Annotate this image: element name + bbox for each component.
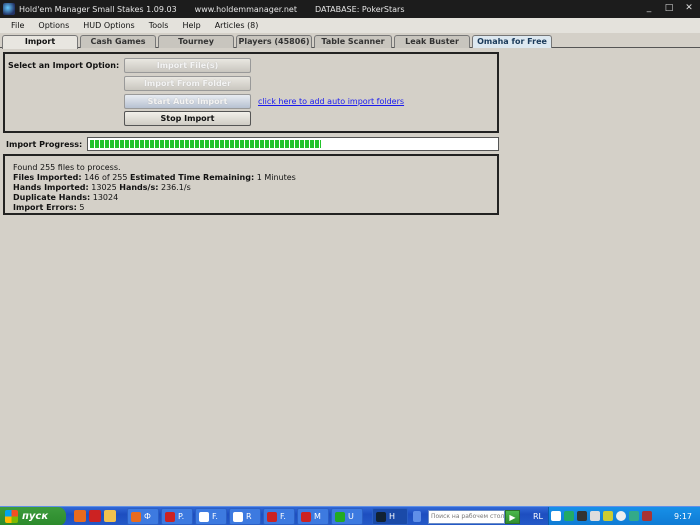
maximize-button[interactable]: □ [662,2,676,15]
import-option-label: Select an Import Option: [8,61,120,70]
taskbar: пуск Ф P. F. R F. M U H Поиск на рабочем… [0,506,700,525]
tray-antivirus-icon[interactable] [642,511,652,521]
tab-bar: Import Cash Games Tourney Players (45806… [0,34,700,49]
import-files-button[interactable]: Import File(s) [124,58,251,73]
hands-imported-label: Hands Imported: [13,183,89,192]
estimated-time-label: Estimated Time Remaining: [130,173,255,182]
log-duplicate-hands: Duplicate Hands: 13024 [13,193,118,202]
tab-cash-games[interactable]: Cash Games [80,35,156,48]
menu-tools[interactable]: Tools [144,21,174,30]
task-label: R [246,512,252,521]
tray-security-icon[interactable] [629,511,639,521]
task-label: F. [212,512,218,521]
fulltilt-icon [233,512,243,522]
task-label: Ф [144,512,151,521]
import-progress-label: Import Progress: [6,140,83,149]
title-bar: Hold'em Manager Small Stakes 1.09.03 www… [0,0,700,18]
search-go-button[interactable]: ▶ [505,510,520,524]
opera-icon[interactable] [89,510,101,522]
title-url: www.holdemmanager.net [194,4,297,14]
firefox-icon[interactable] [74,510,86,522]
poker-icon [267,512,277,522]
app-icon [3,3,15,15]
taskbar-item-m[interactable]: M [297,508,329,525]
log-files-imported: Files Imported: 146 of 255 Estimated Tim… [13,173,296,182]
import-errors-value: 5 [79,203,85,212]
firefox-icon [131,512,141,522]
taskbar-clock[interactable]: 9:17 [674,507,692,525]
folder-icon[interactable] [104,510,116,522]
taskbar-item-firefox[interactable]: Ф [127,508,159,525]
menu-file[interactable]: File [6,21,29,30]
tab-players[interactable]: Players (45806) [236,35,312,48]
task-label: H [389,512,396,521]
taskbar-item-f2[interactable]: F. [263,508,295,525]
task-label: M [314,512,321,521]
poker-icon [301,512,311,522]
taskbar-item-p[interactable]: P. [161,508,193,525]
tray-app-icon[interactable] [577,511,587,521]
hands-per-second-label: Hands/s: [119,183,159,192]
add-auto-import-folders-link[interactable]: click here to add auto import folders [258,97,404,106]
menu-help[interactable]: Help [177,21,205,30]
hands-per-second-value: 236.1/s [160,183,191,192]
start-button[interactable]: пуск [0,507,66,525]
duplicate-hands-label: Duplicate Hands: [13,193,91,202]
files-imported-label: Files Imported: [13,173,82,182]
tab-import[interactable]: Import [2,35,78,49]
files-imported-value: 146 of 255 [84,173,128,182]
tab-table-scanner[interactable]: Table Scanner [314,35,392,48]
language-indicator[interactable]: RL [533,507,543,525]
menu-bar: File Options HUD Options Tools Help Arti… [0,18,700,33]
tray-arrow-icon[interactable] [551,511,561,521]
close-button[interactable]: ✕ [682,2,696,15]
taskbar-item-u[interactable]: U [331,508,363,525]
taskbar-scroll-icon[interactable] [413,511,421,522]
menu-articles[interactable]: Articles (8) [210,21,264,30]
taskbar-item-hm[interactable]: H [372,508,408,525]
stop-import-button[interactable]: Stop Import [124,111,251,126]
task-label: P. [178,512,185,521]
window-controls: _ □ ✕ [642,2,696,15]
log-import-errors: Import Errors: 5 [13,203,85,212]
import-errors-label: Import Errors: [13,203,77,212]
fulltilt-icon [199,512,209,522]
import-folder-button[interactable]: Import From Folder [124,76,251,91]
poker-icon [165,512,175,522]
tab-tourney[interactable]: Tourney [158,35,234,48]
tab-leak-buster[interactable]: Leak Buster [394,35,470,48]
windows-logo-icon [5,510,18,523]
tray-volume-icon[interactable] [590,511,600,521]
window-title: Hold'em Manager Small Stakes 1.09.03 [19,4,177,14]
start-auto-import-button[interactable]: Start Auto Import [124,94,251,109]
holdem-manager-icon [376,512,386,522]
task-label: F. [280,512,286,521]
import-progress-fill [90,140,322,148]
tab-omaha-for-free[interactable]: Omaha for Free [472,35,552,48]
tray-network-icon[interactable] [564,511,574,521]
estimated-time-value: 1 Minutes [256,173,296,182]
import-progress-bar [87,137,499,151]
menu-hud-options[interactable]: HUD Options [78,21,139,30]
tray-device-icon[interactable] [603,511,613,521]
system-tray: 9:17 [548,507,700,525]
start-label: пуск [22,511,49,522]
log-hands-imported: Hands Imported: 13025 Hands/s: 236.1/s [13,183,191,192]
log-found-text: Found 255 files to process. [13,163,121,172]
import-options-panel: Select an Import Option: Import File(s) … [3,52,499,133]
log-found-files: Found 255 files to process. [13,163,121,172]
minimize-button[interactable]: _ [642,2,656,15]
title-database: DATABASE: PokerStars [314,4,405,14]
hands-imported-value: 13025 [91,183,117,192]
desktop-search-input[interactable]: Поиск на рабочем столе [428,510,505,524]
taskbar-item-r[interactable]: R [229,508,261,525]
menu-options[interactable]: Options [33,21,74,30]
import-log-panel: Found 255 files to process. Files Import… [3,154,499,215]
tray-clock-icon[interactable] [616,511,626,521]
duplicate-hands-value: 13024 [92,193,119,202]
task-label: U [348,512,354,521]
taskbar-item-f1[interactable]: F. [195,508,227,525]
utorrent-icon [335,512,345,522]
